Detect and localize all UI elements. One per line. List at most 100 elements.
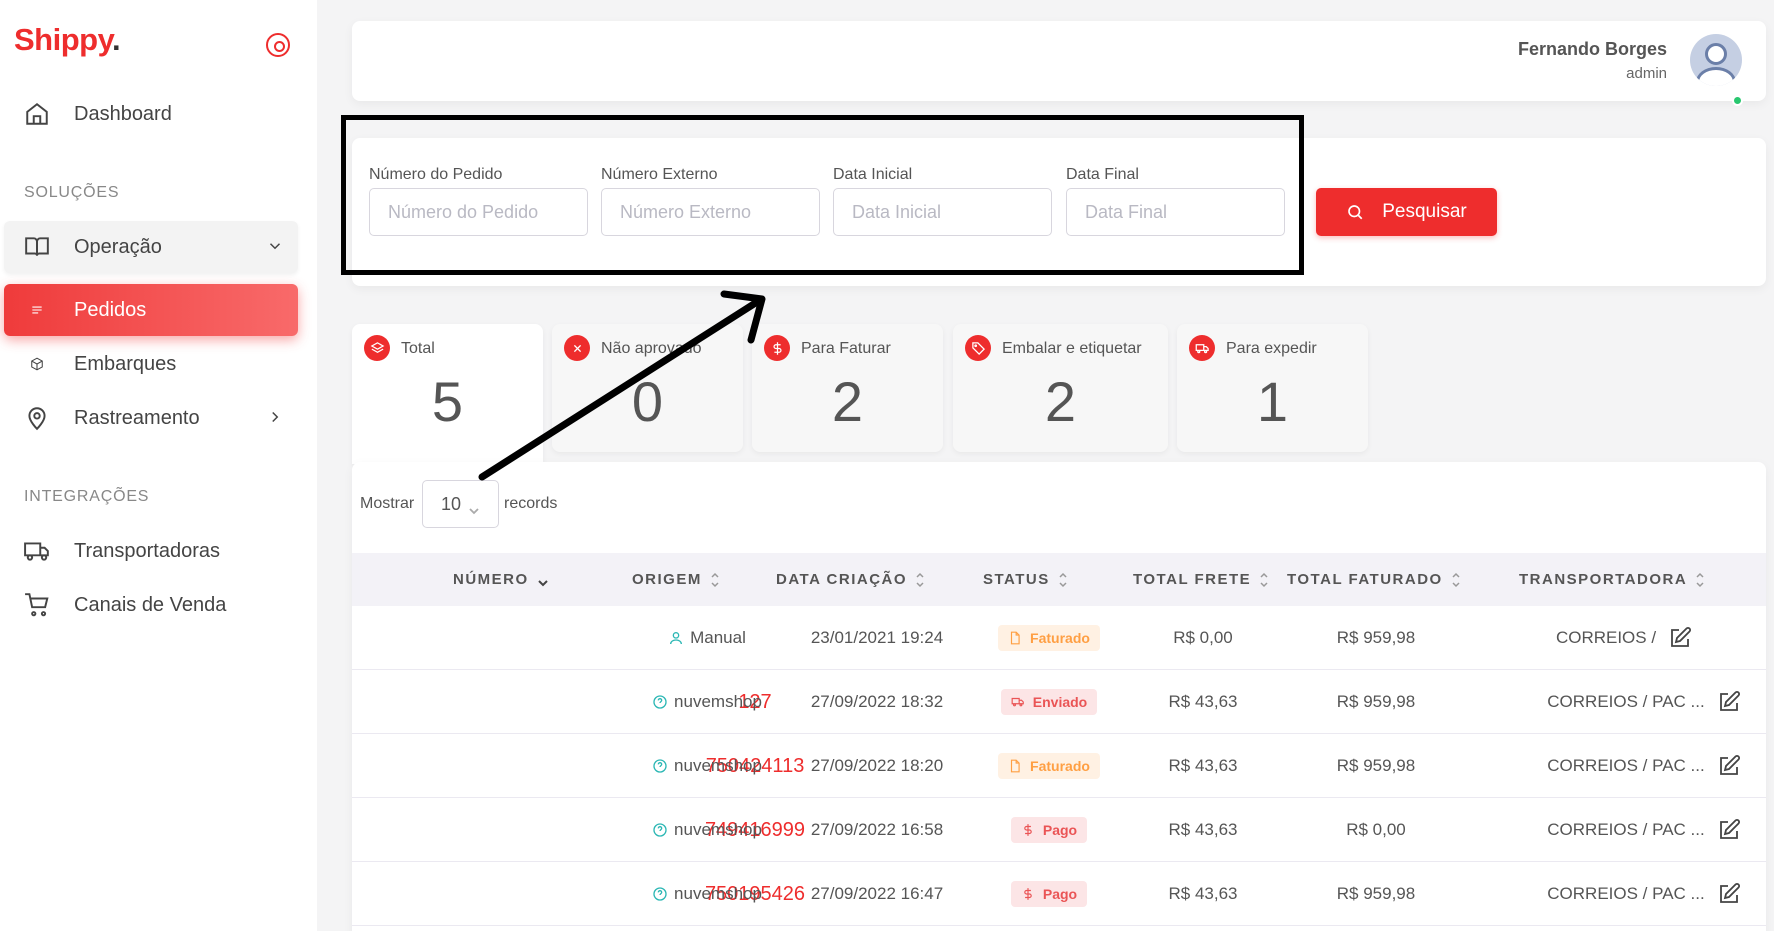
user-icon — [668, 630, 684, 646]
th-total-frete[interactable]: TOTAL FRETE — [1133, 553, 1269, 606]
sidebar-item-transportadoras[interactable]: Transportadoras — [4, 525, 298, 577]
brand-logo[interactable]: Shippy. — [14, 22, 121, 58]
sort-icon — [1695, 571, 1705, 589]
th-origem[interactable]: ORIGEM — [632, 553, 720, 606]
stat-card-para-faturar[interactable]: Para Faturar 2 — [752, 324, 943, 452]
status-cell: Pago — [949, 862, 1149, 926]
table-row[interactable]: Manual 23/01/2021 19:24 Faturado R$ 0,00… — [352, 606, 1766, 670]
mostrar-label: Mostrar — [360, 495, 415, 512]
th-status[interactable]: STATUS — [983, 553, 1068, 606]
th-transportadora[interactable]: TRANSPORTADORA — [1519, 553, 1705, 606]
sidebar-item-label: Embarques — [74, 352, 177, 375]
pesquisar-label: Pesquisar — [1382, 201, 1467, 222]
annotation-highlight-box — [341, 115, 1304, 275]
page-size-select[interactable]: 10 — [422, 480, 499, 528]
menu-toggle-icon[interactable] — [266, 33, 290, 57]
dollar-icon — [764, 335, 790, 361]
section-title-integracoes: INTEGRAÇÕES — [24, 488, 150, 505]
th-data-criacao[interactable]: DATA CRIAÇÃO — [776, 553, 925, 606]
total-frete-cell: R$ 43,63 — [1168, 884, 1238, 903]
table-row[interactable]: 750195426 nuvemshop 27/09/2022 16:47 Pag… — [352, 862, 1766, 926]
sidebar-item-label: Operação — [74, 235, 162, 258]
total-faturado-cell: R$ 959,98 — [1336, 884, 1416, 903]
origem-cell: nuvemshop — [617, 734, 797, 798]
tag-icon — [965, 335, 991, 361]
th-total-faturado[interactable]: TOTAL FATURADO — [1287, 553, 1461, 606]
sidebar-item-pedidos[interactable]: Pedidos — [4, 284, 298, 336]
stat-card-para-expedir[interactable]: Para expedir 1 — [1177, 324, 1368, 452]
stat-value: 2 — [831, 370, 864, 433]
pesquisar-button[interactable]: Pesquisar — [1316, 188, 1497, 236]
data-criacao-cell: 27/09/2022 18:32 — [810, 692, 944, 711]
data-criacao-cell: 27/09/2022 18:20 — [810, 756, 944, 775]
status-badge: Enviado — [1000, 689, 1098, 715]
transportadora-cell: CORREIOS / — [1514, 606, 1734, 670]
stat-card-nao-aprovado[interactable]: Não aprovado 0 — [552, 324, 743, 452]
total-faturado-cell: R$ 959,98 — [1336, 692, 1416, 711]
sidebar-item-dashboard[interactable]: Dashboard — [4, 88, 298, 140]
edit-icon[interactable] — [1717, 690, 1741, 714]
help-circle-icon — [652, 758, 668, 774]
truck-icon — [1011, 697, 1024, 707]
help-circle-icon — [652, 886, 668, 902]
status-cell: Enviado — [949, 670, 1149, 734]
sidebar-item-label: Dashboard — [74, 102, 172, 125]
total-frete-cell: R$ 43,63 — [1168, 756, 1238, 775]
status-badge: Faturado — [998, 753, 1100, 779]
origem-cell: nuvemshop — [617, 798, 797, 862]
avatar[interactable] — [1690, 34, 1742, 86]
data-criacao-cell: 27/09/2022 16:58 — [810, 820, 944, 839]
edit-icon[interactable] — [1717, 818, 1741, 842]
edit-icon[interactable] — [1668, 626, 1692, 650]
online-status-icon — [1732, 95, 1743, 106]
stat-card-total[interactable]: Total 5 — [352, 324, 543, 464]
table-row[interactable]: 750424113 nuvemshop 27/09/2022 18:20 Fat… — [352, 734, 1766, 798]
sidebar-item-embarques[interactable]: Embarques — [4, 338, 298, 390]
total-faturado-cell: R$ 959,98 — [1336, 756, 1416, 775]
edit-icon[interactable] — [1717, 882, 1741, 906]
sidebar-item-canais[interactable]: Canais de Venda — [4, 579, 298, 631]
stat-label: Não aprovado — [601, 340, 702, 357]
data-criacao-cell: 23/01/2021 19:24 — [810, 628, 944, 647]
total-frete-cell: R$ 43,63 — [1168, 820, 1238, 839]
chevron-right-icon — [266, 408, 284, 426]
sidebar-item-label: Pedidos — [74, 298, 147, 321]
page-size-value: 10 — [441, 494, 462, 514]
status-cell: Faturado — [949, 734, 1149, 798]
total-faturado-cell: R$ 959,98 — [1336, 628, 1416, 647]
stat-card-embalar[interactable]: Embalar e etiquetar 2 — [953, 324, 1168, 452]
transportadora-cell: CORREIOS / PAC ... — [1514, 798, 1774, 862]
total-faturado-cell: R$ 0,00 — [1346, 820, 1406, 839]
search-icon — [1348, 205, 1363, 220]
stat-label: Total — [401, 340, 435, 357]
x-circle-icon — [564, 335, 590, 361]
book-open-icon — [22, 232, 52, 262]
sidebar-item-label: Canais de Venda — [74, 593, 227, 616]
help-circle-icon — [652, 822, 668, 838]
edit-icon[interactable] — [1717, 754, 1741, 778]
sort-icon — [915, 571, 925, 589]
origem-cell: Manual — [637, 606, 777, 670]
sidebar-item-operacao[interactable]: Operação — [4, 221, 298, 273]
sidebar: Shippy. Dashboard SOLUÇÕES Operação Pedi… — [0, 0, 317, 931]
package-icon — [22, 349, 52, 379]
th-numero[interactable]: NÚMERO — [453, 553, 549, 606]
table-row[interactable]: 127 nuvemshop 27/09/2022 18:32 Enviado R… — [352, 670, 1766, 734]
stat-value: 5 — [431, 370, 464, 433]
transportadora-cell: CORREIOS / PAC ... — [1514, 862, 1774, 926]
total-frete-cell: R$ 0,00 — [1173, 628, 1233, 647]
table-row[interactable]: 749416999 nuvemshop 27/09/2022 16:58 Pag… — [352, 798, 1766, 862]
total-frete-cell: R$ 43,63 — [1168, 692, 1238, 711]
origem-cell: nuvemshop — [617, 862, 797, 926]
stat-label: Embalar e etiquetar — [1002, 340, 1142, 357]
stat-label: Para expedir — [1226, 340, 1317, 357]
status-cell: Pago — [949, 798, 1149, 862]
status-badge: Faturado — [998, 625, 1100, 651]
layers-icon — [364, 335, 390, 361]
sidebar-item-label: Transportadoras — [74, 539, 220, 562]
stat-value: 0 — [631, 370, 664, 433]
orders-table-card: Mostrar 10 records NÚMERO ORIGEM DATA CR… — [352, 462, 1766, 931]
stat-value: 1 — [1256, 370, 1289, 433]
table-header: NÚMERO ORIGEM DATA CRIAÇÃO STATUS TOTAL … — [352, 553, 1766, 606]
sidebar-item-rastreamento[interactable]: Rastreamento — [4, 392, 298, 444]
